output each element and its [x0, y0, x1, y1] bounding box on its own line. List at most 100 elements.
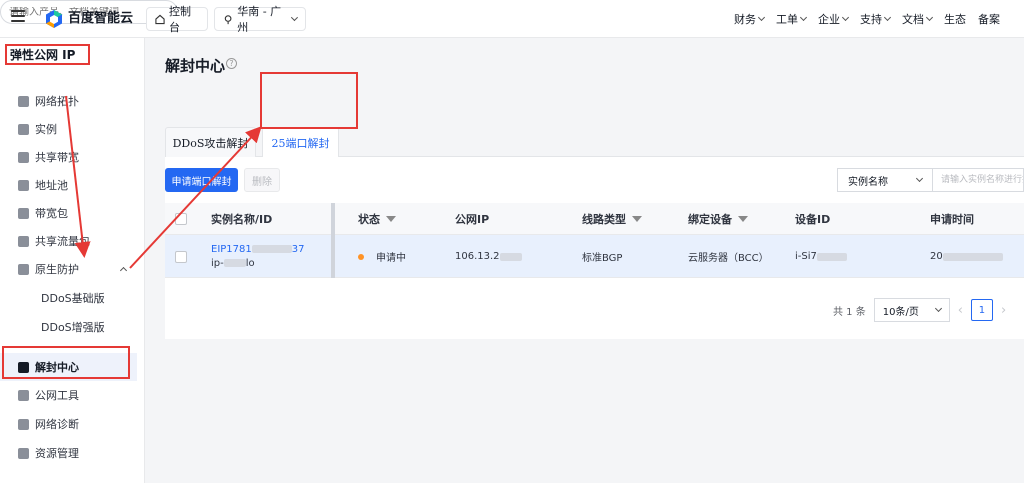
filter-icon[interactable]	[386, 216, 396, 222]
help-icon[interactable]: ?	[226, 58, 237, 69]
sidebar-item-label: 网络诊断	[35, 418, 79, 431]
sidebar-item[interactable]: 实例	[0, 115, 137, 143]
chevron-down-icon	[799, 13, 808, 22]
select-all-checkbox[interactable]	[175, 203, 187, 235]
delete-button[interactable]: 删除	[244, 168, 280, 192]
wrench-icon	[18, 389, 29, 401]
status-dot	[358, 253, 364, 260]
region-label: 华南 - 广州	[237, 5, 282, 34]
page-button-current[interactable]: 1	[970, 299, 993, 321]
instance-id-suffix: lo	[245, 258, 255, 269]
top-nav-label: 企业	[818, 13, 840, 26]
top-nav-item[interactable]: 企业	[818, 11, 850, 27]
top-nav-item[interactable]: 财务	[734, 11, 766, 27]
total-count: 共 1 条	[833, 306, 866, 318]
page-size-select[interactable]: 10条/页	[873, 298, 950, 322]
shield-icon	[18, 151, 29, 163]
next-page-icon[interactable]: ›	[1001, 303, 1006, 318]
top-nav-label: 支持	[860, 13, 882, 26]
pagination: 共 1 条 10条/页 ‹ 1 ›	[833, 298, 1006, 322]
page-size-label: 10条/页	[882, 306, 919, 318]
public-ip-cell: 106.13.2	[455, 235, 522, 278]
sidebar-item[interactable]: 公网工具	[0, 381, 137, 409]
bound-device-cell: 云服务器（BCC）	[688, 253, 769, 264]
region-select[interactable]: 华南 - 广州	[214, 5, 306, 34]
filter-icon[interactable]	[632, 216, 642, 222]
sidebar-item[interactable]: 网络诊断	[0, 410, 137, 438]
tab-ddos-unblock[interactable]: DDoS攻击解封	[165, 127, 256, 157]
chevron-down-icon	[925, 13, 934, 22]
masked-text	[942, 252, 1003, 261]
top-nav-item[interactable]: 支持	[860, 11, 892, 27]
package-icon	[18, 207, 29, 219]
location-icon	[224, 14, 232, 24]
instance-id: ip-lo	[211, 258, 255, 269]
col-bound-device-label: 绑定设备	[688, 213, 732, 226]
sidebar-item[interactable]: 网络拓扑	[0, 87, 137, 115]
apply-unblock-button[interactable]: 申请端口解封	[165, 168, 238, 192]
instance-name-link[interactable]: EIP1781 37	[211, 244, 304, 255]
sidebar-item[interactable]: DDoS增强版	[0, 313, 137, 341]
col-device-id: 设备ID	[795, 213, 831, 226]
filter-field-select[interactable]: 实例名称	[837, 168, 933, 192]
ip-pool-icon	[18, 179, 29, 191]
top-nav-label: 生态	[944, 13, 966, 26]
sidebar-item[interactable]: 共享带宽	[0, 143, 137, 171]
sidebar-item-label: DDoS基础版	[41, 292, 105, 305]
row-checkbox[interactable]	[175, 235, 187, 278]
menu-icon[interactable]	[11, 10, 25, 24]
sidebar-item-label: 共享带宽	[35, 151, 79, 164]
sidebar-item[interactable]: 原生防护	[0, 255, 137, 283]
sidebar-item[interactable]: DDoS基础版	[0, 284, 137, 312]
top-nav-item[interactable]: 文档	[902, 11, 934, 27]
shield-icon	[18, 263, 29, 275]
console-button[interactable]: 控制台	[146, 5, 208, 34]
sidebar-item-label: 原生防护	[35, 263, 79, 276]
console-label: 控制台	[169, 5, 191, 34]
filter-icon[interactable]	[738, 216, 748, 222]
sidebar-item[interactable]: 共享流量包	[0, 227, 137, 255]
sidebar-item[interactable]: 带宽包	[0, 199, 137, 227]
col-bound-device: 绑定设备	[688, 203, 748, 235]
col-status: 状态	[358, 203, 396, 235]
status-text: 申请中	[376, 253, 406, 264]
filter-search-input[interactable]: 请输入实例名称进行搜索	[933, 168, 1024, 192]
sidebar-item-label: 公网工具	[35, 389, 79, 402]
sidebar-item-label: 带宽包	[35, 207, 68, 220]
brand-name[interactable]: 百度智能云	[68, 9, 133, 29]
table-row[interactable]: EIP1781 37 ip-lo 申请中 106.13.2 标准BGP 云服务器（…	[165, 235, 1024, 278]
chevron-down-icon	[757, 13, 766, 22]
device-id-text: i-Si7	[795, 251, 817, 262]
instance-name: EIP1781	[211, 244, 252, 255]
apply-time-text: 20	[930, 251, 943, 262]
masked-text	[499, 252, 522, 261]
table-header: 实例名称/ID 状态 公网IP 线路类型 绑定设备 设备ID 申请时间	[165, 203, 1024, 235]
sidebar-item-label: 共享流量包	[35, 235, 90, 248]
chevron-down-icon	[934, 304, 942, 313]
masked-text	[223, 259, 246, 267]
masked-text	[251, 245, 292, 253]
top-nav-item[interactable]: 备案	[978, 11, 1000, 27]
sidebar-item-label: 实例	[35, 123, 57, 136]
top-nav-label: 财务	[734, 13, 756, 26]
database-icon	[18, 447, 29, 459]
top-nav-item[interactable]: 工单	[776, 11, 808, 27]
logo-icon[interactable]	[44, 9, 64, 29]
tab-port25-unblock[interactable]: 25端口解封	[262, 127, 339, 158]
top-nav-item[interactable]: 生态	[944, 11, 966, 27]
diagnose-icon	[18, 418, 29, 430]
sidebar-item[interactable]: 资源管理	[0, 439, 137, 467]
instance-icon	[18, 123, 29, 135]
sidebar-item[interactable]: 地址池	[0, 171, 137, 199]
home-icon	[155, 14, 165, 24]
topology-icon	[18, 95, 29, 107]
chevron-up-icon[interactable]	[119, 266, 128, 275]
sidebar-item-label: 资源管理	[35, 447, 79, 460]
top-nav: 财务 工单 企业 支持 文档 生态 备案	[734, 0, 1000, 38]
sidebar-item-label: DDoS增强版	[41, 321, 105, 334]
col-instance-name: 实例名称/ID	[211, 213, 273, 226]
top-bar: 百度智能云 控制台 华南 - 广州 财务 工单 企业 支持 文档 生态备案	[0, 0, 1024, 38]
prev-page-icon[interactable]: ‹	[958, 303, 963, 318]
page-title: 解封中心	[165, 57, 226, 75]
col-line-type: 线路类型	[582, 203, 642, 235]
